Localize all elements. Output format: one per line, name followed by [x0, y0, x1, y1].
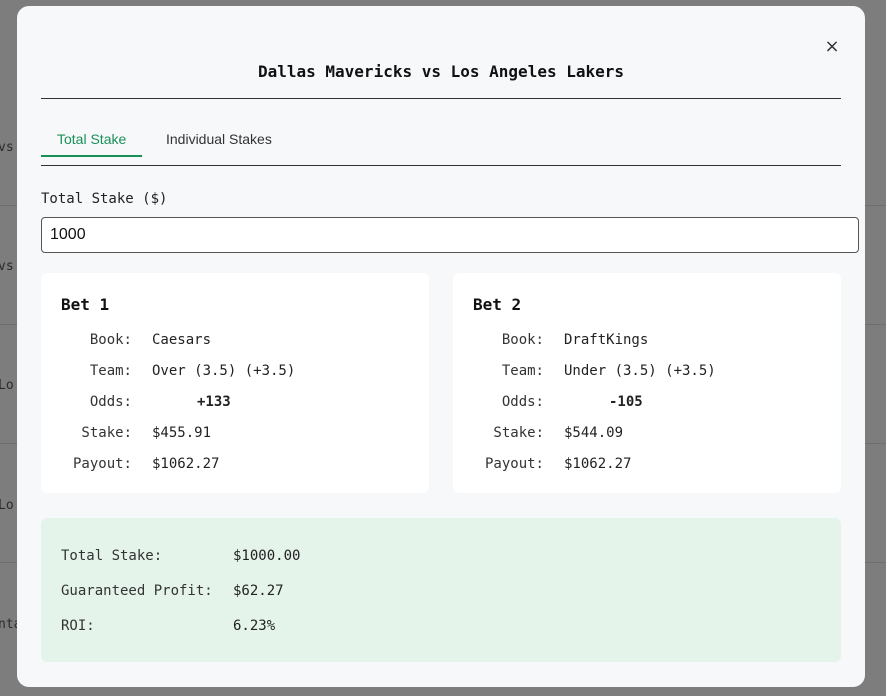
- summary-roi-label: ROI:: [61, 618, 95, 634]
- title-divider: [41, 98, 841, 99]
- bet-calculator-modal: × Dallas Mavericks vs Los Angeles Lakers…: [17, 6, 865, 687]
- stake-value: $544.09: [564, 425, 624, 441]
- summary-profit-value: $62.27: [233, 583, 284, 599]
- tab-individual-stakes[interactable]: Individual Stakes: [150, 126, 288, 157]
- bet-row-team: Team: Under (3.5) (+3.5): [453, 363, 841, 383]
- bg-fragment: vs: [0, 140, 14, 155]
- bet-row-payout: Payout: $1062.27: [453, 456, 841, 476]
- bg-fragment: Lo: [0, 378, 14, 393]
- bet-row-book: Book: DraftKings: [453, 332, 841, 352]
- stake-value: $455.91: [152, 425, 212, 441]
- book-value: DraftKings: [564, 332, 649, 348]
- payout-label: Payout:: [72, 456, 132, 472]
- payout-label: Payout:: [484, 456, 544, 472]
- bet-card-2: Bet 2 Book: DraftKings Team: Under (3.5)…: [453, 273, 841, 493]
- odds-value: +133: [197, 394, 231, 410]
- tab-total-stake[interactable]: Total Stake: [41, 126, 143, 157]
- bet-title: Bet 2: [473, 295, 522, 314]
- bet-row-odds: Odds: +133: [41, 394, 429, 414]
- bet-row-stake: Stake: $544.09: [453, 425, 841, 445]
- team-value: Over (3.5) (+3.5): [152, 363, 296, 379]
- stake-label: Stake:: [493, 425, 544, 441]
- payout-value: $1062.27: [564, 456, 632, 472]
- bg-fragment: Lo: [0, 498, 14, 513]
- summary-profit-label: Guaranteed Profit:: [61, 583, 213, 599]
- bet-row-stake: Stake: $455.91: [41, 425, 429, 445]
- book-value: Caesars: [152, 332, 212, 348]
- summary-total-stake-value: $1000.00: [233, 548, 301, 564]
- total-stake-label: Total Stake ($): [41, 191, 168, 207]
- bet-row-odds: Odds: -105: [453, 394, 841, 414]
- bg-fragment: vs: [0, 259, 14, 274]
- stake-label: Stake:: [81, 425, 132, 441]
- stake-tabs: Total Stake Individual Stakes: [41, 126, 841, 166]
- summary-total-stake-label: Total Stake:: [61, 548, 163, 564]
- payout-value: $1062.27: [152, 456, 220, 472]
- total-stake-input[interactable]: [41, 217, 859, 253]
- odds-label: Odds:: [501, 394, 544, 410]
- book-label: Book:: [89, 332, 132, 348]
- bet-row-payout: Payout: $1062.27: [41, 456, 429, 476]
- close-icon[interactable]: ×: [823, 37, 841, 57]
- profit-summary: Total Stake: $1000.00 Guaranteed Profit:…: [41, 518, 841, 662]
- bet-card-1: Bet 1 Book: Caesars Team: Over (3.5) (+3…: [41, 273, 429, 493]
- bet-row-team: Team: Over (3.5) (+3.5): [41, 363, 429, 383]
- bet-title: Bet 1: [61, 295, 110, 314]
- book-label: Book:: [501, 332, 544, 348]
- modal-title: Dallas Mavericks vs Los Angeles Lakers: [257, 62, 625, 81]
- summary-roi-value: 6.23%: [233, 618, 276, 634]
- team-value: Under (3.5) (+3.5): [564, 363, 716, 379]
- odds-value: -105: [609, 394, 643, 410]
- odds-label: Odds:: [89, 394, 132, 410]
- team-label: Team:: [89, 363, 132, 379]
- team-label: Team:: [501, 363, 544, 379]
- bet-row-book: Book: Caesars: [41, 332, 429, 352]
